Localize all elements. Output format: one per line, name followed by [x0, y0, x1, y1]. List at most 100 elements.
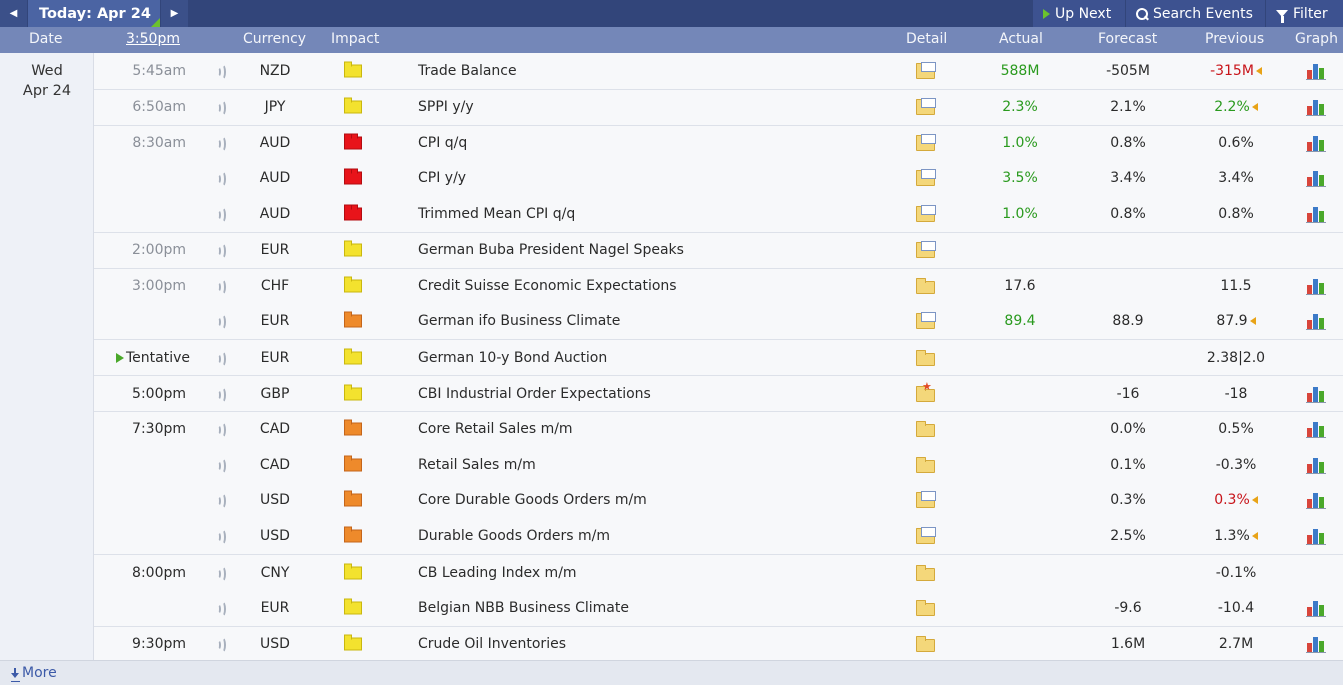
event-title[interactable]: Core Durable Goods Orders m/m [418, 492, 647, 508]
detail-button[interactable] [916, 349, 936, 366]
revised-marker-icon[interactable] [1251, 496, 1258, 505]
event-title[interactable]: Trade Balance [418, 63, 517, 79]
event-row[interactable]: 8:30am AUD CPI q/q 1.0% 0.8% 0.6% [94, 124, 1343, 161]
sound-alert-icon[interactable] [216, 600, 226, 617]
event-currency: AUD [259, 206, 291, 223]
revised-marker-icon[interactable] [1249, 317, 1256, 326]
detail-button[interactable] [916, 133, 936, 151]
event-title[interactable]: CBI Industrial Order Expectations [418, 386, 651, 402]
filter-button[interactable]: Filter [1266, 0, 1343, 27]
event-title[interactable]: CB Leading Index m/m [418, 565, 577, 581]
detail-button[interactable] [916, 564, 936, 581]
sound-alert-icon[interactable] [216, 279, 226, 296]
graph-button[interactable] [1306, 169, 1326, 188]
sound-alert-icon[interactable] [216, 457, 226, 474]
revised-marker-icon[interactable] [1251, 532, 1258, 541]
sound-alert-icon[interactable] [216, 350, 226, 367]
more-link[interactable]: More [11, 665, 57, 682]
event-row[interactable]: 5:45am NZD Trade Balance 588M -505M -315M [94, 53, 1343, 89]
event-row[interactable]: 8:00pm CNY CB Leading Index m/m -0.1% [94, 554, 1343, 590]
graph-button[interactable] [1306, 635, 1326, 654]
graph-button[interactable] [1306, 98, 1326, 117]
detail-button[interactable] [916, 599, 936, 616]
up-next-button[interactable]: Up Next [1033, 0, 1125, 27]
graph-button[interactable] [1306, 277, 1326, 296]
event-row[interactable]: 9:30pm USD Crude Oil Inventories 1.6M 2.7M [94, 625, 1343, 662]
event-title[interactable]: Belgian NBB Business Climate [418, 600, 629, 616]
detail-button[interactable] [916, 98, 936, 116]
detail-button[interactable] [916, 169, 936, 187]
graph-button[interactable] [1306, 205, 1326, 224]
previous-value: 2.38|2.0 [1206, 349, 1266, 366]
event-title[interactable]: CPI y/y [418, 170, 466, 186]
graph-button[interactable] [1306, 134, 1326, 152]
event-row[interactable]: 7:30pm CAD Core Retail Sales m/m 0.0% 0.5% [94, 411, 1343, 447]
sound-alert-icon[interactable] [216, 422, 226, 439]
sound-alert-icon[interactable] [216, 493, 226, 510]
graph-button[interactable] [1306, 527, 1326, 546]
detail-button[interactable] [916, 421, 936, 438]
event-title[interactable]: German 10-y Bond Auction [418, 350, 607, 366]
detail-button[interactable] [916, 527, 936, 545]
event-row[interactable]: Tentative EUR German 10-y Bond Auction 2.38… [94, 339, 1343, 375]
event-title[interactable]: German Buba President Nagel Speaks [418, 242, 684, 258]
event-row[interactable]: USD Durable Goods Orders m/m 2.5% 1.3% [94, 518, 1343, 554]
detail-button[interactable] [916, 456, 936, 473]
event-row[interactable]: 2:00pm EUR German Buba President Nagel Spe… [94, 232, 1343, 268]
event-title[interactable]: CPI q/q [418, 135, 467, 151]
previous-day-button[interactable]: ◀ [0, 0, 27, 27]
detail-button[interactable] [916, 241, 936, 259]
detail-button[interactable] [916, 491, 936, 509]
detail-button[interactable] [916, 636, 936, 653]
event-title[interactable]: Core Retail Sales m/m [418, 421, 573, 437]
sound-alert-icon[interactable] [216, 135, 226, 152]
event-title[interactable]: Trimmed Mean CPI q/q [418, 206, 575, 222]
event-title[interactable]: Crude Oil Inventories [418, 636, 566, 652]
detail-button[interactable] [916, 205, 936, 223]
event-row[interactable]: EUR Belgian NBB Business Climate -9.6 -10.4 [94, 590, 1343, 626]
event-title[interactable]: Credit Suisse Economic Expectations [418, 278, 677, 294]
event-row[interactable]: USD Core Durable Goods Orders m/m 0.3% 0.3% [94, 483, 1343, 519]
sound-alert-icon[interactable] [216, 386, 226, 403]
graph-button[interactable] [1306, 456, 1326, 474]
folder-doc-icon [916, 312, 936, 330]
event-currency: GBP [260, 385, 290, 402]
next-day-button[interactable]: ▶ [161, 0, 188, 27]
event-row[interactable]: 3:00pm CHF Credit Suisse Economic Expectat… [94, 267, 1343, 304]
event-previous: 1.3% [1194, 528, 1278, 544]
event-title[interactable]: Retail Sales m/m [418, 457, 536, 473]
event-title[interactable]: Durable Goods Orders m/m [418, 528, 610, 544]
today-button[interactable]: Today: Apr 24 [28, 0, 160, 27]
event-row[interactable]: EUR German ifo Business Climate 89.4 88.9 87… [94, 304, 1343, 340]
graph-button[interactable] [1306, 491, 1326, 510]
sound-alert-icon[interactable] [216, 637, 226, 654]
event-title[interactable]: German ifo Business Climate [418, 313, 620, 329]
event-row[interactable]: 6:50am JPY SPPI y/y 2.3% 2.1% 2.2% [94, 88, 1343, 125]
event-row[interactable]: CAD Retail Sales m/m 0.1% -0.3% [94, 447, 1343, 483]
sound-alert-icon[interactable] [216, 565, 226, 582]
sound-alert-icon[interactable] [216, 171, 226, 188]
search-events-button[interactable]: Search Events [1126, 0, 1265, 27]
sound-alert-icon[interactable] [216, 63, 226, 80]
sound-alert-icon[interactable] [216, 314, 226, 331]
detail-button[interactable] [916, 381, 936, 402]
event-row[interactable]: AUD Trimmed Mean CPI q/q 1.0% 0.8% 0.8% [94, 196, 1343, 232]
graph-button[interactable] [1306, 385, 1326, 403]
event-title[interactable]: SPPI y/y [418, 99, 474, 115]
revised-marker-icon[interactable] [1251, 103, 1258, 112]
graph-button[interactable] [1306, 420, 1326, 439]
event-row[interactable]: AUD CPI y/y 3.5% 3.4% 3.4% [94, 160, 1343, 196]
detail-button[interactable] [916, 278, 936, 295]
event-row[interactable]: 5:00pm GBP CBI Industrial Order Expectatio… [94, 375, 1343, 411]
detail-button[interactable] [916, 61, 936, 79]
sound-alert-icon[interactable] [216, 100, 226, 117]
sound-alert-icon[interactable] [216, 207, 226, 224]
graph-button[interactable] [1306, 62, 1326, 80]
sound-alert-icon[interactable] [216, 243, 226, 260]
detail-button[interactable] [916, 312, 936, 330]
sound-alert-icon[interactable] [216, 529, 226, 546]
current-time-link[interactable]: 3:50pm [126, 31, 180, 47]
revised-marker-icon[interactable] [1255, 66, 1262, 75]
graph-button[interactable] [1306, 312, 1326, 331]
graph-button[interactable] [1306, 599, 1326, 617]
